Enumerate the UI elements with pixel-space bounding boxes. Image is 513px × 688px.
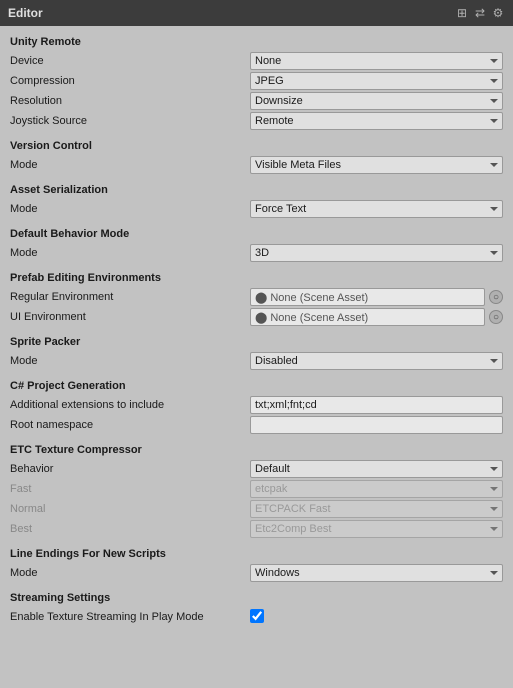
sp-mode-label: Mode (10, 355, 250, 367)
resolution-select[interactable]: Downsize (250, 92, 503, 110)
title-bar-icons: ⊞ ⇄ ⚙ (455, 6, 505, 20)
title-bar: Editor ⊞ ⇄ ⚙ (0, 0, 513, 26)
etc-normal-select[interactable]: ETCPACK Fast (250, 500, 503, 518)
etc-fast-label: Fast (10, 483, 250, 495)
db-mode-label: Mode (10, 247, 250, 259)
regular-env-label: Regular Environment (10, 291, 250, 303)
sprite-packer-header: Sprite Packer (10, 336, 503, 348)
resolution-label: Resolution (10, 95, 250, 107)
sp-mode-row: Mode Disabled (10, 352, 503, 370)
vc-mode-label: Mode (10, 159, 250, 171)
etc-header: ETC Texture Compressor (10, 444, 503, 456)
streaming-settings-header: Streaming Settings (10, 592, 503, 604)
texture-streaming-control (250, 609, 503, 626)
etc-best-select[interactable]: Etc2Comp Best (250, 520, 503, 538)
etc-behavior-control: Default (250, 460, 503, 478)
namespace-input[interactable] (250, 416, 503, 434)
namespace-label: Root namespace (10, 419, 250, 431)
etc-fast-control: etcpak (250, 480, 503, 498)
namespace-row: Root namespace (10, 416, 503, 434)
le-mode-label: Mode (10, 567, 250, 579)
le-mode-control: Windows (250, 564, 503, 582)
prefab-editing-header: Prefab Editing Environments (10, 272, 503, 284)
vc-mode-control: Visible Meta Files (250, 156, 503, 174)
ui-env-asset-row: ○ (250, 308, 503, 326)
etc-behavior-select[interactable]: Default (250, 460, 503, 478)
device-select[interactable]: None (250, 52, 503, 70)
as-mode-control: Force Text (250, 200, 503, 218)
sp-mode-select[interactable]: Disabled (250, 352, 503, 370)
sp-mode-control: Disabled (250, 352, 503, 370)
le-mode-select[interactable]: Windows (250, 564, 503, 582)
regular-env-row: Regular Environment ○ (10, 288, 503, 306)
as-mode-row: Mode Force Text (10, 200, 503, 218)
le-mode-row: Mode Windows (10, 564, 503, 582)
line-endings-header: Line Endings For New Scripts (10, 548, 503, 560)
ui-env-picker-btn[interactable]: ○ (489, 310, 503, 324)
editor-window: Editor ⊞ ⇄ ⚙ Unity Remote Device None Co… (0, 0, 513, 636)
regular-env-picker-btn[interactable]: ○ (489, 290, 503, 304)
compression-select[interactable]: JPEG (250, 72, 503, 90)
device-label: Device (10, 55, 250, 67)
joystick-control: Remote (250, 112, 503, 130)
settings-icon[interactable]: ⚙ (491, 6, 505, 20)
vc-mode-select[interactable]: Visible Meta Files (250, 156, 503, 174)
etc-fast-select[interactable]: etcpak (250, 480, 503, 498)
texture-streaming-label: Enable Texture Streaming In Play Mode (10, 611, 250, 623)
regular-env-control: ○ (250, 288, 503, 306)
resolution-row: Resolution Downsize (10, 92, 503, 110)
etc-best-row: Best Etc2Comp Best (10, 520, 503, 538)
compression-row: Compression JPEG (10, 72, 503, 90)
window-title: Editor (8, 6, 43, 20)
ui-env-input[interactable] (250, 308, 485, 326)
resolution-control: Downsize (250, 92, 503, 110)
csharp-header: C# Project Generation (10, 380, 503, 392)
default-behavior-header: Default Behavior Mode (10, 228, 503, 240)
db-mode-select[interactable]: 3D (250, 244, 503, 262)
grid-icon[interactable]: ⊞ (455, 6, 469, 20)
extensions-label: Additional extensions to include (10, 399, 250, 411)
layout-icon[interactable]: ⇄ (473, 6, 487, 20)
etc-behavior-label: Behavior (10, 463, 250, 475)
extensions-row: Additional extensions to include (10, 396, 503, 414)
as-mode-label: Mode (10, 203, 250, 215)
joystick-row: Joystick Source Remote (10, 112, 503, 130)
version-control-header: Version Control (10, 140, 503, 152)
ui-env-control: ○ (250, 308, 503, 326)
unity-remote-header: Unity Remote (10, 36, 503, 48)
namespace-control (250, 416, 503, 434)
joystick-label: Joystick Source (10, 115, 250, 127)
regular-env-input[interactable] (250, 288, 485, 306)
etc-fast-row: Fast etcpak (10, 480, 503, 498)
ui-env-label: UI Environment (10, 311, 250, 323)
device-row: Device None (10, 52, 503, 70)
db-mode-row: Mode 3D (10, 244, 503, 262)
regular-env-asset-row: ○ (250, 288, 503, 306)
etc-behavior-row: Behavior Default (10, 460, 503, 478)
vc-mode-row: Mode Visible Meta Files (10, 156, 503, 174)
etc-normal-row: Normal ETCPACK Fast (10, 500, 503, 518)
etc-best-label: Best (10, 523, 250, 535)
compression-label: Compression (10, 75, 250, 87)
etc-best-control: Etc2Comp Best (250, 520, 503, 538)
extensions-control (250, 396, 503, 414)
asset-serialization-header: Asset Serialization (10, 184, 503, 196)
joystick-select[interactable]: Remote (250, 112, 503, 130)
db-mode-control: 3D (250, 244, 503, 262)
texture-streaming-row: Enable Texture Streaming In Play Mode (10, 608, 503, 626)
device-control: None (250, 52, 503, 70)
compression-control: JPEG (250, 72, 503, 90)
etc-normal-label: Normal (10, 503, 250, 515)
etc-normal-control: ETCPACK Fast (250, 500, 503, 518)
ui-env-row: UI Environment ○ (10, 308, 503, 326)
extensions-input[interactable] (250, 396, 503, 414)
editor-content: Unity Remote Device None Compression JPE… (0, 26, 513, 636)
as-mode-select[interactable]: Force Text (250, 200, 503, 218)
texture-streaming-checkbox[interactable] (250, 609, 264, 623)
